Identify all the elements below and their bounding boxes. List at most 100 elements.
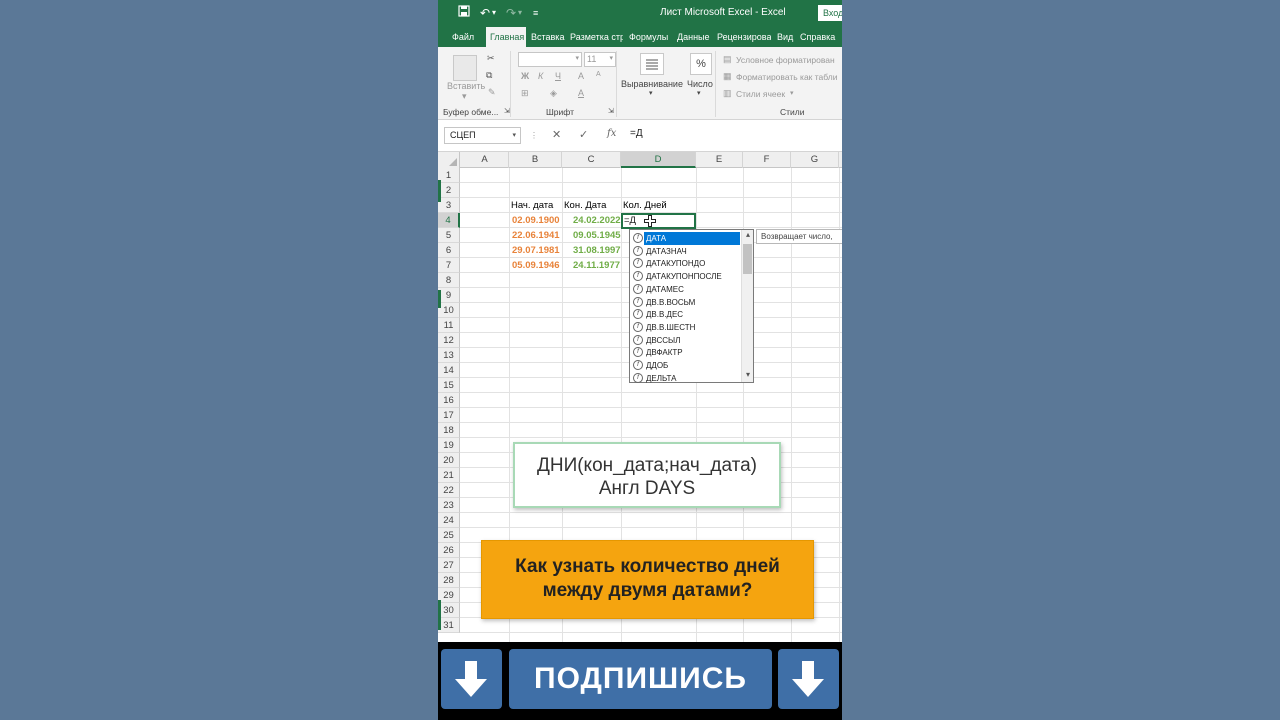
format-as-table-button[interactable]: Форматировать как табли [736, 72, 837, 82]
row-header-19[interactable]: 19 [438, 438, 460, 453]
row-header-30[interactable]: 30 [438, 603, 460, 618]
paste-dropdown-icon[interactable]: ▾ [462, 91, 467, 102]
save-icon[interactable] [458, 5, 470, 21]
copy-icon[interactable]: ⧉ [486, 70, 492, 81]
down-arrow-left-icon[interactable] [441, 649, 502, 709]
font-launcher-icon[interactable]: ⇲ [608, 107, 614, 115]
font-shrink-icon[interactable]: A [596, 71, 601, 78]
autocomplete-item[interactable]: f ДАТАМЕС [630, 283, 742, 296]
number-dropdown-icon[interactable]: ▾ [697, 89, 701, 97]
font-size-dropdown-icon[interactable]: ▾ [609, 54, 613, 62]
autocomplete-item[interactable]: f ДАТАКУПОНДО [630, 257, 742, 270]
undo-dropdown-icon[interactable]: ▾ [492, 5, 496, 21]
row-header-28[interactable]: 28 [438, 573, 460, 588]
column-header-c[interactable]: C [562, 152, 621, 168]
row-header-4[interactable]: 4 [438, 213, 460, 228]
row-header-15[interactable]: 15 [438, 378, 460, 393]
row-header-26[interactable]: 26 [438, 543, 460, 558]
row-header-22[interactable]: 22 [438, 483, 460, 498]
cell-c5[interactable]: 09.05.1945 [573, 228, 621, 243]
column-header-f[interactable]: F [743, 152, 791, 168]
tab-home[interactable]: Главная [486, 27, 526, 47]
autocomplete-item[interactable]: f ДВФАКТР [630, 346, 742, 359]
font-grow-icon[interactable]: A [578, 71, 584, 81]
tab-page-layout[interactable]: Разметка стр [566, 27, 623, 47]
cell-b4[interactable]: 02.09.1900 [512, 213, 560, 228]
tab-review[interactable]: Рецензирова [713, 27, 771, 47]
format-painter-icon[interactable]: ✎ [488, 87, 496, 98]
italic-button[interactable]: К [538, 71, 543, 81]
cell-c6[interactable]: 31.08.1997 [573, 243, 621, 258]
tab-insert[interactable]: Вставка [527, 27, 568, 47]
enter-icon[interactable]: ✓ [579, 128, 588, 141]
row-header-14[interactable]: 14 [438, 363, 460, 378]
row-header-10[interactable]: 10 [438, 303, 460, 318]
row-header-9[interactable]: 9 [438, 288, 460, 303]
redo-icon[interactable]: ↷ [506, 5, 516, 21]
autocomplete-item[interactable]: f ДДОБ [630, 359, 742, 372]
alignment-button[interactable]: Выравнивание [621, 79, 683, 89]
paste-icon[interactable] [453, 55, 477, 81]
function-autocomplete-list[interactable]: f ДАТА f ДАТАЗНАЧ f ДАТАКУПОНДО f ДАТАКУПОНПОСЛ… [629, 229, 754, 383]
cell-d3[interactable]: Кол. Дней [623, 198, 667, 213]
cell-b6[interactable]: 29.07.1981 [512, 243, 560, 258]
cut-icon[interactable]: ✂ [487, 53, 495, 64]
tab-data[interactable]: Данные [673, 27, 714, 47]
row-header-25[interactable]: 25 [438, 528, 460, 543]
paste-button[interactable]: Вставить [447, 81, 485, 91]
tab-formulas[interactable]: Формулы [625, 27, 672, 47]
cell-styles-dropdown-icon[interactable]: ▾ [790, 89, 794, 97]
row-header-27[interactable]: 27 [438, 558, 460, 573]
column-header-b[interactable]: B [509, 152, 562, 168]
font-color-icon[interactable]: A [578, 88, 584, 98]
alignment-dropdown-icon[interactable]: ▾ [649, 89, 653, 97]
row-header-20[interactable]: 20 [438, 453, 460, 468]
tab-view[interactable]: Вид [773, 27, 797, 47]
autocomplete-item[interactable]: f ДВ.В.ШЕСТН [630, 321, 742, 334]
font-size-combo[interactable]: 11 ▾ [584, 52, 616, 67]
customize-toolbar-icon[interactable]: ≡ [533, 5, 538, 21]
font-name-combo[interactable]: ▾ [518, 52, 582, 67]
row-header-12[interactable]: 12 [438, 333, 460, 348]
font-name-dropdown-icon[interactable]: ▾ [575, 54, 579, 62]
autocomplete-scrollbar[interactable]: ▴ ▾ [741, 230, 753, 382]
underline-button[interactable]: Ч [555, 71, 561, 81]
row-header-29[interactable]: 29 [438, 588, 460, 603]
select-all-button[interactable] [438, 152, 460, 168]
active-cell-d4[interactable]: =Д [621, 213, 696, 229]
scroll-down-icon[interactable]: ▾ [742, 370, 754, 379]
cell-c4[interactable]: 24.02.2022 [573, 213, 621, 228]
insert-function-icon[interactable]: fx [607, 128, 616, 139]
row-header-6[interactable]: 6 [438, 243, 460, 258]
row-header-16[interactable]: 16 [438, 393, 460, 408]
redo-dropdown-icon[interactable]: ▾ [518, 5, 522, 21]
row-header-24[interactable]: 24 [438, 513, 460, 528]
name-box[interactable]: СЦЕП ▾ [444, 127, 521, 144]
column-header-g[interactable]: G [791, 152, 839, 168]
autocomplete-item[interactable]: f ДАТАКУПОНПОСЛЕ [630, 270, 742, 283]
row-header-18[interactable]: 18 [438, 423, 460, 438]
cell-b7[interactable]: 05.09.1946 [512, 258, 560, 273]
row-header-21[interactable]: 21 [438, 468, 460, 483]
undo-icon[interactable]: ↶ [480, 5, 490, 21]
cell-b3[interactable]: Нач. дата [511, 198, 553, 213]
number-button[interactable]: Число [687, 79, 713, 89]
formula-input[interactable]: =Д [630, 128, 643, 139]
conditional-format-button[interactable]: Условное форматирован [736, 55, 835, 65]
autocomplete-item[interactable]: f ДАТАЗНАЧ [630, 245, 742, 258]
row-header-17[interactable]: 17 [438, 408, 460, 423]
column-header-d[interactable]: D [621, 152, 696, 168]
bold-button[interactable]: Ж [521, 71, 529, 81]
row-header-3[interactable]: 3 [438, 198, 460, 213]
login-button[interactable]: Вход [818, 5, 842, 21]
scroll-thumb[interactable] [743, 244, 752, 274]
cancel-icon[interactable]: ✕ [552, 128, 561, 141]
autocomplete-item[interactable]: f ДЕЛЬТА [630, 372, 742, 385]
tab-help[interactable]: Справка [796, 27, 839, 47]
autocomplete-item[interactable]: f ДВ.В.ДЕС [630, 308, 742, 321]
scroll-up-icon[interactable]: ▴ [742, 230, 754, 239]
row-header-7[interactable]: 7 [438, 258, 460, 273]
row-header-1[interactable]: 1 [438, 168, 460, 183]
tab-file[interactable]: Файл [448, 27, 478, 47]
row-header-31[interactable]: 31 [438, 618, 460, 633]
